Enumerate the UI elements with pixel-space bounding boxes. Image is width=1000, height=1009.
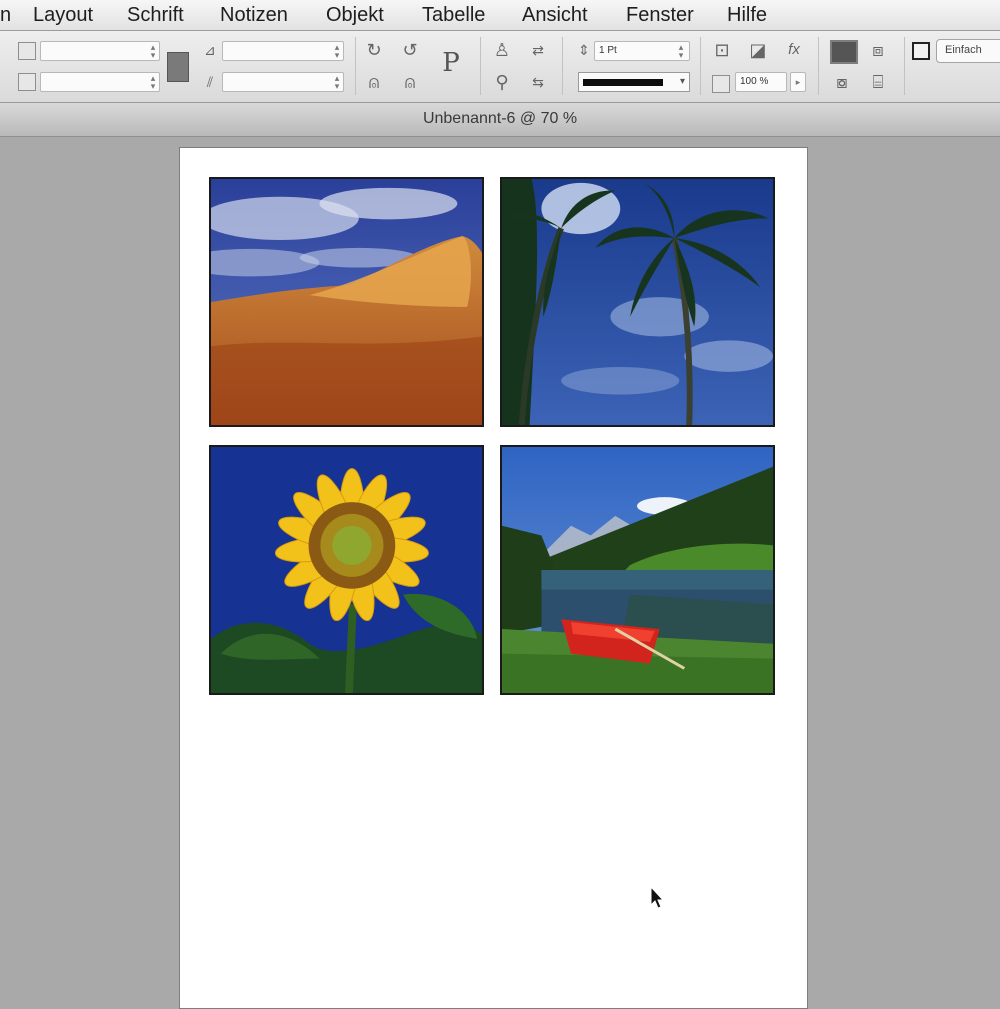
select-previous-icon[interactable]: ⚲ (490, 72, 514, 92)
lake-image (502, 447, 773, 693)
menu-hilfe[interactable]: Hilfe (727, 3, 767, 27)
select-container-icon[interactable]: ♙ (490, 40, 514, 60)
center-content-icon[interactable]: ⧇ (830, 72, 854, 92)
fit-frame-icon[interactable] (830, 40, 858, 64)
document-title: Unbenannt-6 @ 70 % (422, 110, 578, 127)
fit-content-icon[interactable]: ⧈ (866, 40, 890, 60)
sunflower-image (211, 447, 482, 693)
menu-item-partial[interactable]: n (0, 3, 11, 27)
menu-notizen[interactable]: Notizen (220, 3, 288, 27)
image-frame-sunflower[interactable] (209, 445, 484, 695)
y-position-field[interactable]: ▴ ▾ (40, 72, 160, 92)
separator (700, 37, 701, 95)
menu-tabelle[interactable]: Tabelle (422, 3, 485, 27)
separator (904, 37, 905, 95)
select-content-icon[interactable]: ⇄ (526, 40, 550, 60)
rotate-cw-icon[interactable]: ↻ (362, 40, 386, 60)
separator (480, 37, 481, 95)
object-style-icon (912, 42, 930, 60)
drop-shadow-icon[interactable]: ◪ (746, 40, 770, 60)
reference-point-icon-2[interactable] (18, 73, 36, 91)
menu-schrift[interactable]: Schrift (127, 3, 184, 27)
document-title-bar[interactable]: Unbenannt-6 @ 70 % (0, 103, 1000, 137)
shear-field[interactable]: ▴ ▾ (222, 72, 344, 92)
rotate-angle-icon: ⊿ (204, 42, 216, 58)
image-frame-lake[interactable] (500, 445, 775, 695)
mouse-cursor-icon (650, 886, 664, 909)
fx-icon[interactable]: fx (782, 40, 806, 60)
stroke-weight-value: 1 Pt (599, 45, 617, 56)
chevron-down-icon: ▾ (679, 76, 685, 87)
stroke-type-preview (583, 79, 663, 86)
stroke-weight-icon: ⇕ (578, 42, 590, 58)
menu-layout[interactable]: Layout (33, 3, 93, 27)
select-next-icon[interactable]: ⇆ (526, 72, 550, 92)
rotate-ccw-icon[interactable]: ↺ (398, 40, 422, 60)
stroke-weight-field[interactable]: 1 Pt ▴ ▾ (594, 41, 690, 61)
menu-objekt[interactable]: Objekt (326, 3, 384, 27)
object-style-dropdown[interactable]: Einfach (936, 39, 1000, 63)
separator (818, 37, 819, 95)
constrain-proportions-icon[interactable] (167, 52, 189, 82)
separator (562, 37, 563, 95)
dune-image (211, 179, 482, 425)
separator (355, 37, 356, 95)
fill-frame-icon[interactable]: ⌸ (866, 72, 890, 92)
menu-bar: n Layout Schrift Notizen Objekt Tabelle … (0, 0, 1000, 31)
zoom-icon[interactable]: ⊡ (710, 40, 734, 60)
opacity-icon (712, 75, 730, 93)
x-position-field[interactable]: ▴ ▾ (40, 41, 160, 61)
object-style-value: Einfach (945, 44, 982, 56)
stroke-type-dropdown[interactable]: ▾ (578, 72, 690, 92)
shear-angle-icon: ⫽ (206, 74, 214, 90)
paragraph-direction-icon[interactable]: P (439, 50, 463, 76)
image-frame-dune[interactable] (209, 177, 484, 427)
scale-dropdown[interactable]: ▸ (790, 72, 806, 92)
rotation-field[interactable]: ▴ ▾ (222, 41, 344, 61)
menu-fenster[interactable]: Fenster (626, 3, 694, 27)
flip-horizontal-icon[interactable]: ⍝ (362, 72, 386, 92)
image-frame-palms[interactable] (500, 177, 775, 427)
scale-field[interactable]: 100 % (735, 72, 787, 92)
reference-point-icon[interactable] (18, 42, 36, 60)
palms-image (502, 179, 773, 425)
menu-ansicht[interactable]: Ansicht (522, 3, 588, 27)
scale-value: 100 % (740, 76, 769, 87)
flip-vertical-icon[interactable]: ⍝ (398, 72, 422, 92)
